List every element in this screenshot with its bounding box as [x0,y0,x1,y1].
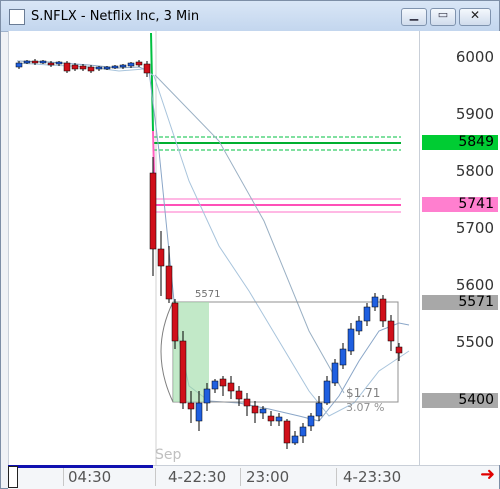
time-label: 23:00 [246,468,290,486]
candle-up [339,348,347,366]
candle-up [291,435,299,444]
green-spike [150,32,154,132]
candle-down [283,420,291,444]
price-chart-area[interactable]: 5571 $1.71 3.07 % Sep [8,31,420,465]
price-tag-last-low: 5400 [422,393,498,408]
candle-down [227,382,235,392]
change-value: $1.71 [346,386,380,400]
close-button[interactable]: ✕ [459,8,491,26]
candle-down [379,298,387,322]
candle-up [347,328,355,352]
close-icon: ✕ [469,8,481,22]
app-icon [9,9,25,25]
price-tag-last-high: 5571 [422,295,498,310]
minimize-icon: ▁ [409,8,419,21]
candle-down [179,340,187,404]
time-label: 04:30 [68,468,112,486]
measure-bracket [160,301,174,403]
candle-down [63,62,71,72]
price-tag-pink: 5741 [422,197,498,212]
candle-up [307,415,315,427]
candle-down [149,172,157,250]
candle-up [39,60,47,64]
candle-up [55,61,63,65]
candle-down [251,405,259,414]
candle-up [363,306,371,322]
candle-down [243,398,251,407]
candle-up [355,320,363,332]
month-label: Sep [155,447,182,463]
candle-down [187,402,195,410]
candle-up [299,426,307,437]
tick-label: 5600 [455,276,494,294]
candle-up [259,408,267,414]
tick-label: 5900 [455,105,494,123]
candle-down [235,390,243,400]
candle-up [95,66,103,70]
candle-down [87,66,95,72]
tick-label: 5800 [455,162,494,180]
candle-down [135,61,143,66]
tick-label: 5700 [455,219,494,237]
pink-level-lines [153,198,401,213]
candle-up [211,380,219,390]
time-separator [63,468,64,486]
candle-down [387,320,395,342]
time-separator [240,468,241,486]
price-axis[interactable]: 6000 5900 5800 5700 5600 5500 5400 5849 … [419,31,500,465]
change-pct: 3.07 % [346,401,384,414]
candle-up [371,296,379,308]
candle-down [71,64,79,70]
tick-label: 5500 [455,333,494,351]
candles [15,59,403,449]
window-title: S.NFLX - Netflix Inc, 3 Min [31,9,200,24]
candle-down [47,62,55,66]
moving-average-1 [16,60,410,422]
tick-label: 6000 [455,48,494,66]
chart-window: S.NFLX - Netflix Inc, 3 Min ▁ ▭ ✕ 5571 $… [0,0,500,489]
candle-up [119,64,127,68]
maximize-icon: ▭ [437,8,449,21]
box-high-label: 5571 [195,289,220,300]
time-separator [155,468,156,486]
maximize-button[interactable]: ▭ [430,8,456,26]
candle-down [395,346,403,354]
scroll-thumb[interactable] [8,466,18,488]
price-tag-green: 5849 [422,135,498,150]
candle-up [203,388,211,404]
candle-down [143,63,151,74]
candle-up [323,380,331,404]
candle-up [23,60,31,64]
candle-up [331,362,339,384]
candle-up [15,62,23,68]
time-label: 4-23:30 [343,468,402,486]
candle-up [103,66,111,70]
price-chart: 5571 $1.71 3.07 % Sep [15,31,410,465]
candle-down [171,302,179,342]
scroll-right-arrow-icon[interactable]: ➜ [480,464,495,485]
time-label: 4-22:30 [168,468,227,486]
candle-up [275,416,283,422]
title-bar[interactable]: S.NFLX - Netflix Inc, 3 Min ▁ ▭ ✕ [1,1,499,32]
green-level-lines [153,136,401,151]
candle-down [267,415,275,422]
time-axis[interactable]: 04:30 4-22:30 23:00 4-23:30 ➜ [8,464,499,489]
moving-average-2 [16,62,410,417]
candle-up [195,402,203,422]
candle-down [31,60,39,64]
time-separator [336,468,337,486]
candle-up [315,402,323,417]
candle-down [165,265,173,300]
candle-down [219,378,227,387]
candle-up [127,62,135,67]
candle-up [111,65,119,69]
minimize-button[interactable]: ▁ [401,8,427,26]
measure-highlight [173,302,209,402]
candle-down [79,65,87,70]
candle-down [157,248,165,267]
